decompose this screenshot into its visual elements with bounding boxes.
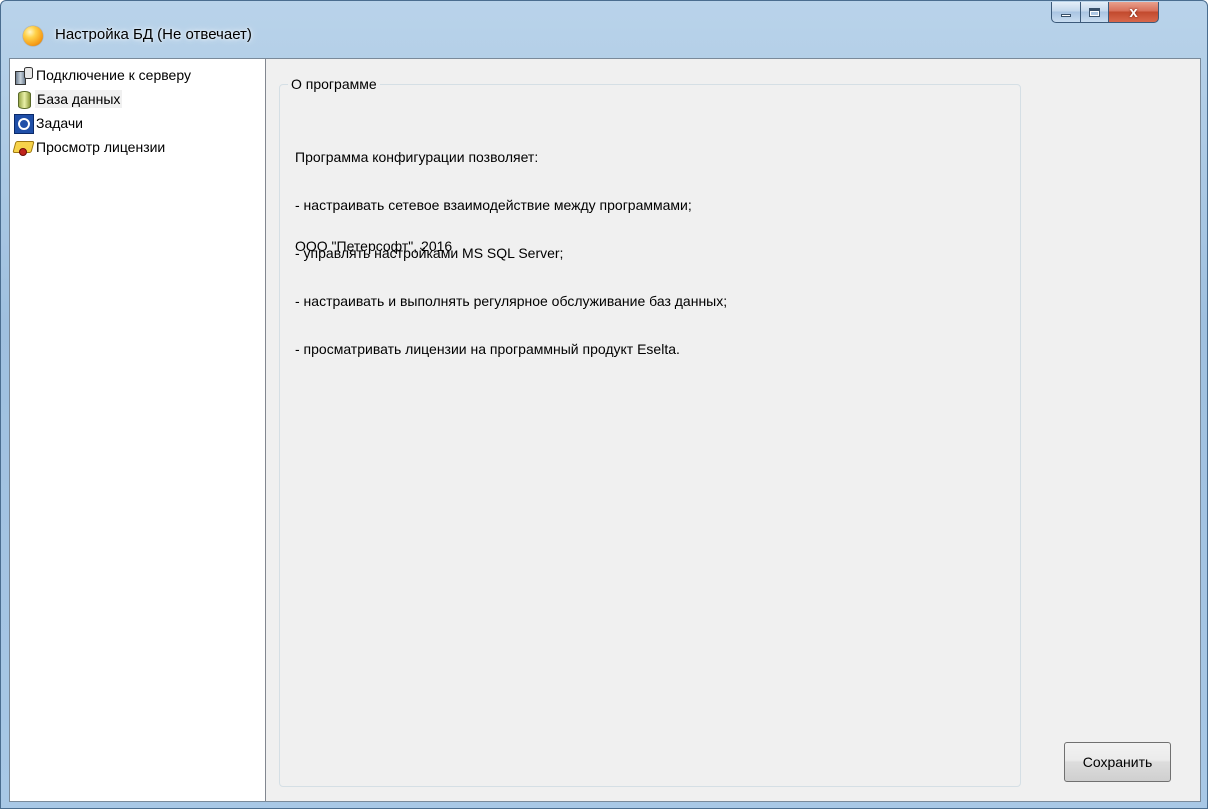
tree-item-label: Подключение к серверу xyxy=(36,67,191,83)
window-title: Настройка БД (Не отвечает) xyxy=(55,26,252,43)
app-window: Настройка БД (Не отвечает) x Подключение… xyxy=(0,0,1208,809)
client-area: Подключение к серверу База данных Задачи… xyxy=(9,58,1201,802)
about-line: - просматривать лицензии на программный … xyxy=(295,341,680,357)
about-line: - настраивать сетевое взаимодействие меж… xyxy=(295,197,692,213)
database-icon xyxy=(17,90,31,109)
caption-buttons: x xyxy=(1051,2,1159,23)
copyright-text: ООО "Петерсофт", 2016 xyxy=(295,238,453,254)
minimize-button[interactable] xyxy=(1051,2,1081,23)
tree-item-label: Просмотр лицензии xyxy=(36,139,166,155)
tree-item-license[interactable]: Просмотр лицензии xyxy=(10,135,265,159)
maximize-icon xyxy=(1089,7,1100,17)
save-button[interactable]: Сохранить xyxy=(1064,742,1171,782)
minimize-icon xyxy=(1061,14,1071,17)
about-groupbox: О программе Программа конфигурации позво… xyxy=(279,76,1021,787)
app-orb-icon xyxy=(23,26,43,46)
tree-item-label: Задачи xyxy=(36,115,84,131)
tree-item-server-connection[interactable]: Подключение к серверу xyxy=(10,63,265,87)
about-line: - настраивать и выполнять регулярное обс… xyxy=(295,293,728,309)
maximize-button[interactable] xyxy=(1081,2,1109,23)
server-connection-icon xyxy=(14,66,33,85)
title-bar[interactable]: Настройка БД (Не отвечает) x xyxy=(1,1,1207,57)
groupbox-legend: О программе xyxy=(288,76,380,92)
close-icon: x xyxy=(1129,3,1138,21)
navigation-tree[interactable]: Подключение к серверу База данных Задачи… xyxy=(10,59,266,801)
tasks-icon xyxy=(14,114,34,134)
tree-item-database[interactable]: База данных xyxy=(10,87,265,111)
license-certificate-icon xyxy=(14,138,32,156)
tree-item-tasks[interactable]: Задачи xyxy=(10,111,265,135)
close-button[interactable]: x xyxy=(1109,2,1159,23)
about-line: Программа конфигурации позволяет: xyxy=(295,149,539,165)
tree-item-label: База данных xyxy=(35,90,123,108)
